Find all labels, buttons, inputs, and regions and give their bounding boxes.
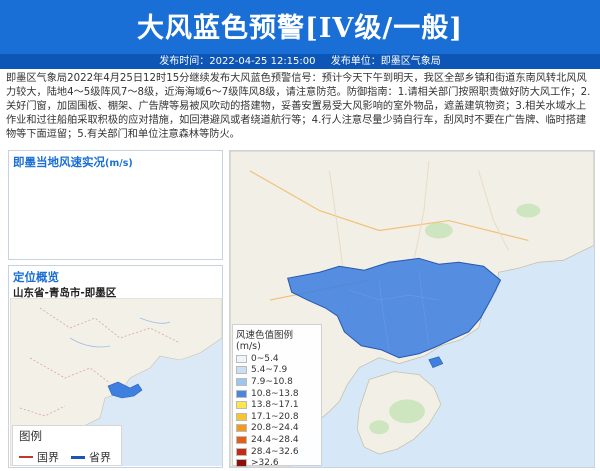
wind-panel-title-text: 即墨当地风速实况 — [13, 155, 105, 169]
publish-unit: 发布单位：即墨区气象局 — [330, 56, 441, 67]
wind-speed-color-legend: 风速色值图例 (m/s) 0~5.4 5.4~7.9 7.9~10.8 10.8… — [232, 324, 322, 469]
national-border-line-icon — [19, 456, 33, 458]
legend-swatch — [236, 366, 247, 375]
warning-header: 大风蓝色预警[IV级/一般] — [0, 0, 600, 54]
legend-swatch — [236, 412, 247, 421]
legend-item: 0~5.4 — [236, 353, 318, 365]
legend-swatch — [236, 459, 247, 468]
legend-swatch — [236, 377, 247, 386]
legend-swatch — [236, 435, 247, 444]
legend-swatch — [236, 447, 247, 456]
speed-legend-title: 风速色值图例 (m/s) — [236, 330, 294, 352]
publish-time: 发布时间：2022-04-25 12:15:00 — [159, 56, 316, 67]
warning-title: 大风蓝色预警[IV级/一般] — [137, 13, 463, 44]
map-legend-title: 图例 — [19, 429, 42, 443]
legend-label: 10.8~13.8 — [251, 388, 299, 399]
legend-swatch — [236, 401, 247, 410]
wind-panel-title: 即墨当地风速实况(m/s) — [13, 154, 133, 170]
publish-info-bar: 发布时间：2022-04-25 12:15:00 发布单位：即墨区气象局 — [0, 54, 600, 69]
legend-label: 24.4~28.4 — [251, 434, 299, 445]
legend-item: 24.4~28.4 — [236, 434, 318, 446]
wind-panel-unit: (m/s) — [105, 158, 133, 169]
warning-notice-text: 即墨区气象局2022年4月25日12时15分继续发布大风蓝色预警信号：预计今天下… — [6, 73, 591, 140]
legend-item: 20.8~24.4 — [236, 423, 318, 435]
legend-swatch — [236, 389, 247, 398]
provincial-border-line-icon — [71, 455, 85, 459]
legend-swatch — [236, 424, 247, 433]
legend-national-border-label: 国界 — [37, 451, 59, 464]
legend-provincial-border-label: 省界 — [89, 451, 111, 464]
legend-label: 28.4~32.6 — [251, 446, 299, 457]
legend-national-border: 国界 — [19, 449, 59, 465]
legend-provincial-border: 省界 — [71, 449, 111, 465]
legend-label: >32.6 — [251, 458, 279, 469]
legend-label: 7.9~10.8 — [251, 376, 293, 387]
legend-item: 28.4~32.6 — [236, 446, 318, 458]
legend-item: 13.8~17.1 — [236, 399, 318, 411]
legend-label: 20.8~24.4 — [251, 423, 299, 434]
legend-item: 10.8~13.8 — [236, 388, 318, 400]
legend-item: 7.9~10.8 — [236, 376, 318, 388]
legend-label: 0~5.4 — [251, 353, 279, 364]
legend-label: 5.4~7.9 — [251, 365, 288, 376]
legend-swatch — [236, 354, 247, 363]
legend-label: 13.8~17.1 — [251, 400, 299, 411]
legend-item: 5.4~7.9 — [236, 365, 318, 377]
boundary-map-legend: 图例 国界 省界 — [12, 425, 122, 466]
legend-label: 17.1~20.8 — [251, 411, 299, 422]
legend-item: >32.6 — [236, 457, 318, 469]
location-panel-title: 定位概览 — [13, 270, 59, 284]
local-wind-speed-panel: 即墨当地风速实况(m/s) — [8, 150, 223, 260]
legend-item: 17.1~20.8 — [236, 411, 318, 423]
